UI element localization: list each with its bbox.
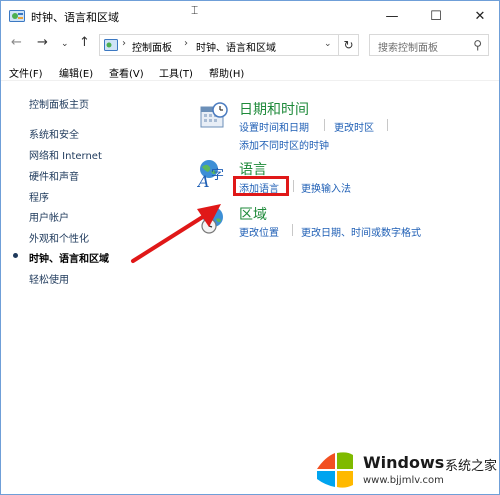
link-change-timezone[interactable]: 更改时区 <box>334 119 374 134</box>
language-globe-icon: A 字 <box>197 160 224 189</box>
maximize-button[interactable]: ☐ <box>415 1 457 31</box>
menu-bar: 文件(F) 编辑(E) 查看(V) 工具(T) 帮助(H) <box>1 61 499 81</box>
link-separator <box>324 119 325 131</box>
navigation-bar: ← → ⌄ ↑ › 控制面板 › 时钟、语言和区域 ⌄ ↻ 搜索控制面板 ⚲ <box>1 31 499 59</box>
minimize-button[interactable]: — <box>371 1 413 31</box>
address-bar[interactable]: › 控制面板 › 时钟、语言和区域 ⌄ <box>99 34 339 56</box>
search-placeholder: 搜索控制面板 <box>378 43 438 54</box>
menu-view[interactable]: 查看(V) <box>109 65 144 80</box>
calendar-clock-icon <box>200 102 228 128</box>
leftnav-clock-language-region[interactable]: 时钟、语言和区域 <box>29 250 109 265</box>
category-title-datetime[interactable]: 日期和时间 <box>239 99 309 119</box>
minimize-icon: — <box>385 8 399 24</box>
link-separator <box>292 224 293 236</box>
back-arrow-icon[interactable]: ← <box>11 35 22 50</box>
breadcrumb-control-panel[interactable]: 控制面板 <box>132 39 172 54</box>
menu-file[interactable]: 文件(F) <box>9 65 43 80</box>
recent-locations-dropdown-icon[interactable]: ⌄ <box>61 39 69 49</box>
search-icon[interactable]: ⚲ <box>473 38 482 52</box>
link-change-location[interactable]: 更改位置 <box>239 224 279 239</box>
link-change-date-time-number-format[interactable]: 更改日期、时间或数字格式 <box>301 224 421 239</box>
forward-arrow-icon[interactable]: → <box>37 35 48 50</box>
menu-help[interactable]: 帮助(H) <box>209 65 244 80</box>
watermark-brand: Windows <box>363 453 445 472</box>
link-add-clocks[interactable]: 添加不同时区的时钟 <box>239 137 329 152</box>
breadcrumb-separator-icon: › <box>122 38 126 49</box>
breadcrumb-current[interactable]: 时钟、语言和区域 <box>196 39 276 54</box>
watermark-url: www.bjjmlv.com <box>363 475 444 486</box>
highlight-box <box>233 176 289 196</box>
window-title: 时钟、语言和区域 <box>31 11 119 24</box>
address-dropdown-icon[interactable]: ⌄ <box>324 39 332 49</box>
watermark-text: 系统之家 <box>445 459 498 474</box>
refresh-button[interactable]: ↻ <box>339 34 359 56</box>
text-cursor-icon: ⌶ <box>191 3 199 17</box>
title-bar: 时钟、语言和区域 ⌶ — ☐ ✕ <box>1 1 499 31</box>
leftnav-programs[interactable]: 程序 <box>29 189 49 204</box>
leftnav-network[interactable]: 网络和 Internet <box>29 147 102 162</box>
control-panel-window: 时钟、语言和区域 ⌶ — ☐ ✕ ← → ⌄ ↑ › 控制面板 › 时钟、语言和… <box>0 0 500 495</box>
control-panel-icon <box>9 10 25 22</box>
leftnav-ease-of-access[interactable]: 轻松使用 <box>29 271 69 286</box>
leftnav-appearance[interactable]: 外观和个性化 <box>29 230 89 245</box>
leftnav-system-security[interactable]: 系统和安全 <box>29 126 79 141</box>
breadcrumb-separator-icon: › <box>184 38 188 49</box>
control-panel-icon <box>104 39 118 51</box>
search-input[interactable]: 搜索控制面板 ⚲ <box>369 34 489 56</box>
link-separator <box>387 119 388 131</box>
up-arrow-icon[interactable]: ↑ <box>79 35 90 50</box>
annotation-arrow-icon <box>131 204 221 263</box>
maximize-icon: ☐ <box>430 8 442 24</box>
svg-text:A: A <box>197 172 210 189</box>
current-page-bullet-icon <box>13 253 18 258</box>
watermark: Windows 系统之家 www.bjjmlv.com <box>311 445 500 495</box>
svg-text:字: 字 <box>211 168 224 183</box>
close-button[interactable]: ✕ <box>459 1 500 31</box>
link-change-input-method[interactable]: 更换输入法 <box>301 180 351 195</box>
leftnav-user-accounts[interactable]: 用户帐户 <box>29 209 69 224</box>
close-icon: ✕ <box>474 8 486 24</box>
refresh-icon: ↻ <box>343 38 354 52</box>
menu-edit[interactable]: 编辑(E) <box>59 65 93 80</box>
windows-logo-icon <box>317 452 353 488</box>
link-set-time-date[interactable]: 设置时间和日期 <box>239 119 309 134</box>
menu-tools[interactable]: 工具(T) <box>159 65 193 80</box>
leftnav-hardware[interactable]: 硬件和声音 <box>29 168 79 183</box>
link-separator <box>293 180 294 192</box>
category-title-region[interactable]: 区域 <box>239 204 267 224</box>
leftnav-home[interactable]: 控制面板主页 <box>29 96 89 111</box>
